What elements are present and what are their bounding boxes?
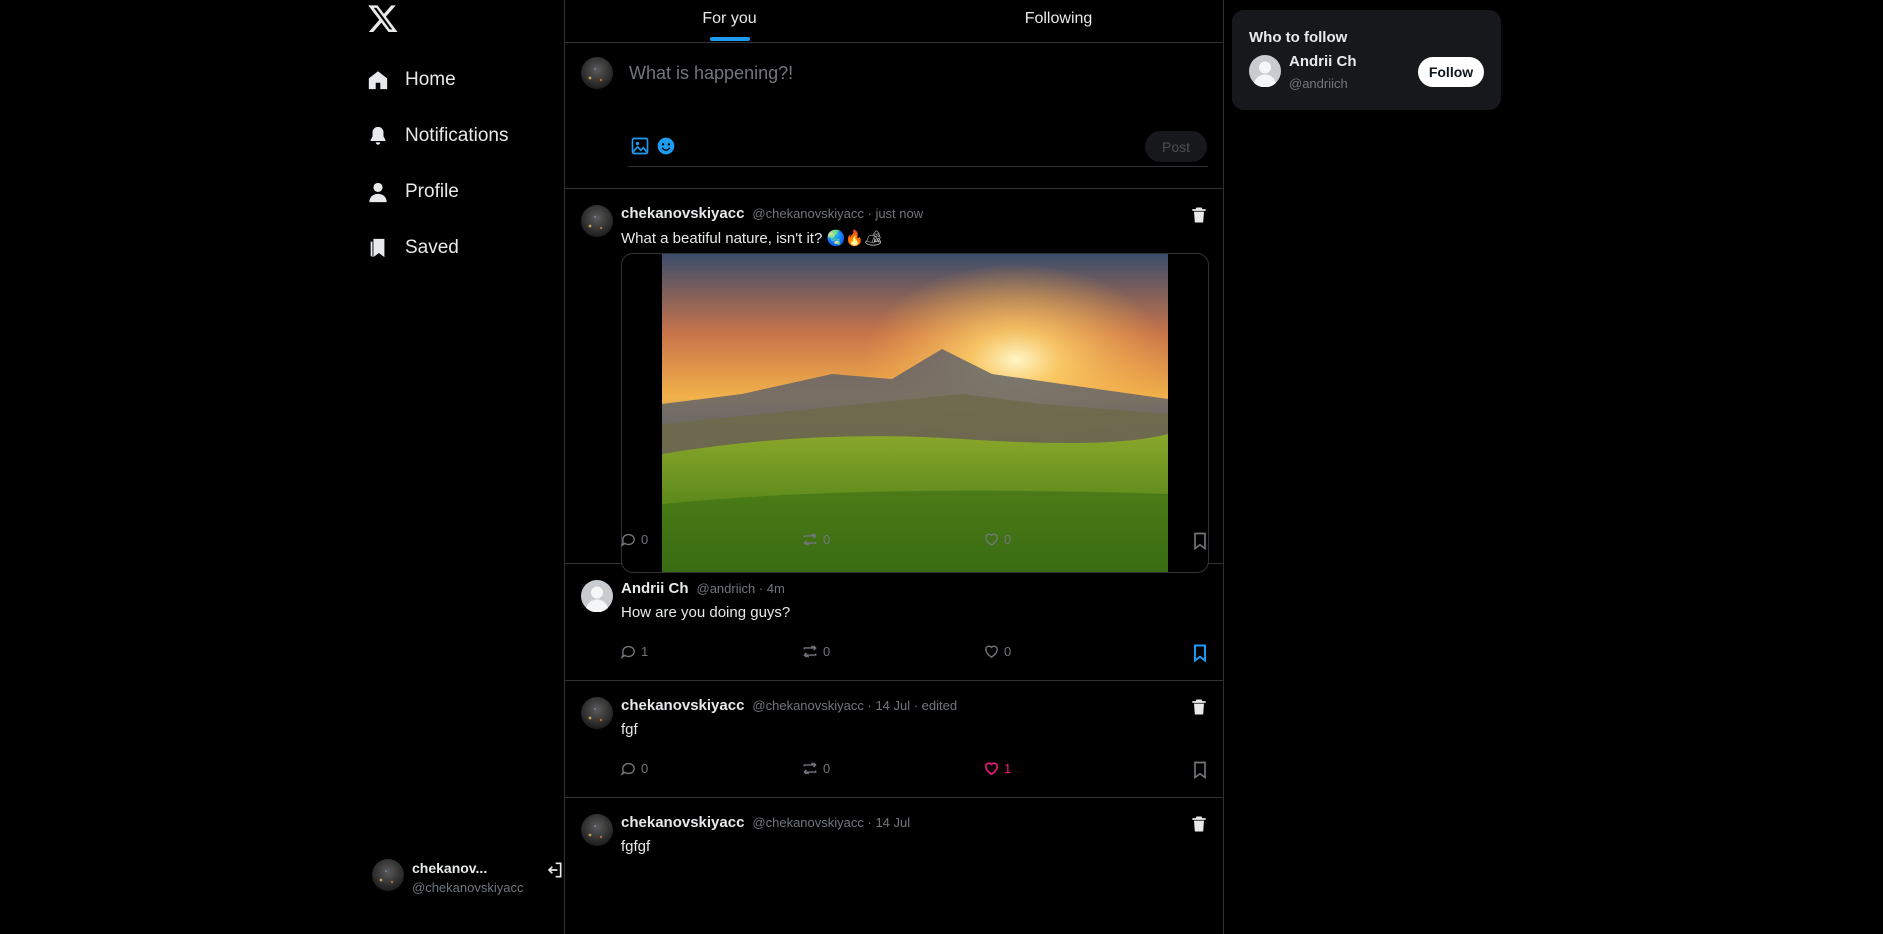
- emoji-icon[interactable]: [656, 136, 676, 156]
- composer-tools: [630, 136, 676, 156]
- post-image[interactable]: [621, 253, 1209, 573]
- bookmark-icon-active[interactable]: [1190, 643, 1210, 663]
- reply-count: 0: [641, 532, 649, 547]
- repost-count: 0: [823, 532, 831, 547]
- post-author-name[interactable]: chekanovskiyacc: [621, 205, 744, 222]
- post-meta: @andriich · 4m: [696, 581, 785, 596]
- post-text: fgf: [621, 721, 638, 738]
- like-count: 0: [1004, 532, 1012, 547]
- bookmarks-icon: [366, 236, 390, 260]
- post-header: chekanovskiyacc @chekanovskiyacc · 14 Ju…: [621, 814, 910, 831]
- repost-icon: [803, 645, 817, 658]
- timeline-tabs: For you Following: [565, 0, 1223, 43]
- avatar[interactable]: [581, 814, 613, 846]
- avatar: [581, 57, 613, 89]
- repost-count: 0: [823, 644, 831, 659]
- post[interactable]: Andrii Ch @andriich · 4m How are you doi…: [565, 564, 1223, 681]
- nav-item-home[interactable]: Home: [366, 60, 456, 100]
- tab-for-you[interactable]: For you: [565, 0, 894, 42]
- delete-icon[interactable]: [1189, 814, 1209, 834]
- repost-icon: [803, 533, 817, 546]
- logout-icon[interactable]: [544, 860, 564, 880]
- follow-button[interactable]: Follow: [1418, 57, 1484, 87]
- post-actions: 0 0 0: [620, 531, 1210, 553]
- post-header: Andrii Ch @andriich · 4m: [621, 580, 785, 597]
- reply-icon: [620, 533, 635, 547]
- like-count: 1: [1004, 761, 1012, 776]
- post-author-name[interactable]: chekanovskiyacc: [621, 814, 744, 831]
- reply-count: 1: [641, 644, 649, 659]
- x-logo-icon[interactable]: [367, 2, 399, 34]
- nav-item-label: Home: [405, 69, 456, 90]
- post-author-name[interactable]: chekanovskiyacc: [621, 697, 744, 714]
- post-meta: @chekanovskiyacc · 14 Jul: [752, 815, 911, 830]
- account-switcher[interactable]: chekanov... @chekanovskiyacc: [372, 856, 562, 900]
- main-timeline: For you Following Post chekanovskiyacc @…: [564, 0, 1224, 934]
- post[interactable]: chekanovskiyacc @chekanovskiyacc · 14 Ju…: [565, 681, 1223, 798]
- repost-count: 0: [823, 761, 831, 776]
- account-name: chekanov...: [412, 860, 488, 876]
- user-icon: [366, 180, 390, 204]
- reply-count: 0: [641, 761, 649, 776]
- panel-title: Who to follow: [1249, 29, 1348, 46]
- like-button[interactable]: 0: [983, 643, 1011, 660]
- image-upload-icon[interactable]: [630, 136, 650, 156]
- avatar[interactable]: [581, 580, 613, 612]
- repost-button[interactable]: 0: [801, 760, 830, 777]
- heart-icon: [985, 645, 998, 658]
- avatar[interactable]: [1249, 55, 1281, 87]
- avatar: [372, 859, 404, 891]
- account-handle: @chekanovskiyacc: [412, 880, 524, 895]
- reply-icon: [620, 645, 635, 659]
- bookmark-icon[interactable]: [1190, 760, 1210, 780]
- delete-icon[interactable]: [1189, 205, 1209, 225]
- reply-button[interactable]: 0: [620, 531, 648, 548]
- left-sidebar: Home Notifications Profile Saved chekano…: [355, 0, 565, 934]
- suggested-user-handle: @andriich: [1289, 76, 1348, 91]
- nav-item-saved[interactable]: Saved: [366, 228, 459, 268]
- nav-item-label: Notifications: [405, 125, 509, 146]
- tab-following[interactable]: Following: [894, 0, 1223, 42]
- post-composer: Post: [565, 43, 1223, 189]
- post-author-name[interactable]: Andrii Ch: [621, 580, 689, 597]
- bell-icon: [366, 124, 390, 148]
- reply-button[interactable]: 0: [620, 760, 648, 777]
- nav-item-label: Profile: [405, 181, 459, 202]
- post-meta: @chekanovskiyacc · 14 Jul · edited: [752, 698, 958, 713]
- avatar[interactable]: [581, 205, 613, 237]
- nav-item-notifications[interactable]: Notifications: [366, 116, 509, 156]
- like-count: 0: [1004, 644, 1012, 659]
- who-to-follow-panel: Who to follow Andrii Ch @andriich Follow: [1232, 10, 1501, 110]
- home-icon: [366, 68, 390, 92]
- nav-item-profile[interactable]: Profile: [366, 172, 459, 212]
- like-button[interactable]: 0: [983, 531, 1011, 548]
- repost-button[interactable]: 0: [801, 643, 830, 660]
- nav-item-label: Saved: [405, 237, 459, 258]
- post-text: fgfgf: [621, 838, 651, 855]
- post-text: What a beatiful nature, isn't it? 🌏🔥🏕: [621, 230, 883, 247]
- bookmark-icon[interactable]: [1190, 531, 1210, 551]
- reply-icon: [620, 762, 635, 776]
- post-header: chekanovskiyacc @chekanovskiyacc · 14 Ju…: [621, 697, 957, 714]
- landscape-image: [662, 254, 1168, 572]
- repost-button[interactable]: 0: [801, 531, 830, 548]
- suggested-user-name[interactable]: Andrii Ch: [1289, 53, 1357, 70]
- repost-icon: [803, 762, 817, 775]
- post-meta: @chekanovskiyacc · just now: [752, 206, 924, 221]
- heart-icon-active: [985, 762, 998, 776]
- post-text: How are you doing guys?: [621, 604, 791, 621]
- post[interactable]: chekanovskiyacc @chekanovskiyacc · just …: [565, 189, 1223, 573]
- composer-input[interactable]: [629, 59, 1199, 87]
- delete-icon[interactable]: [1189, 697, 1209, 717]
- post-button[interactable]: Post: [1145, 131, 1207, 162]
- heart-icon: [985, 533, 998, 546]
- post-header: chekanovskiyacc @chekanovskiyacc · just …: [621, 205, 923, 222]
- avatar[interactable]: [581, 697, 613, 729]
- post-actions: 0 0 1: [620, 760, 1210, 782]
- reply-button[interactable]: 1: [620, 643, 648, 660]
- post[interactable]: chekanovskiyacc @chekanovskiyacc · 14 Ju…: [565, 798, 1223, 915]
- like-button[interactable]: 1: [983, 760, 1011, 777]
- post-actions: 1 0 0: [620, 643, 1210, 665]
